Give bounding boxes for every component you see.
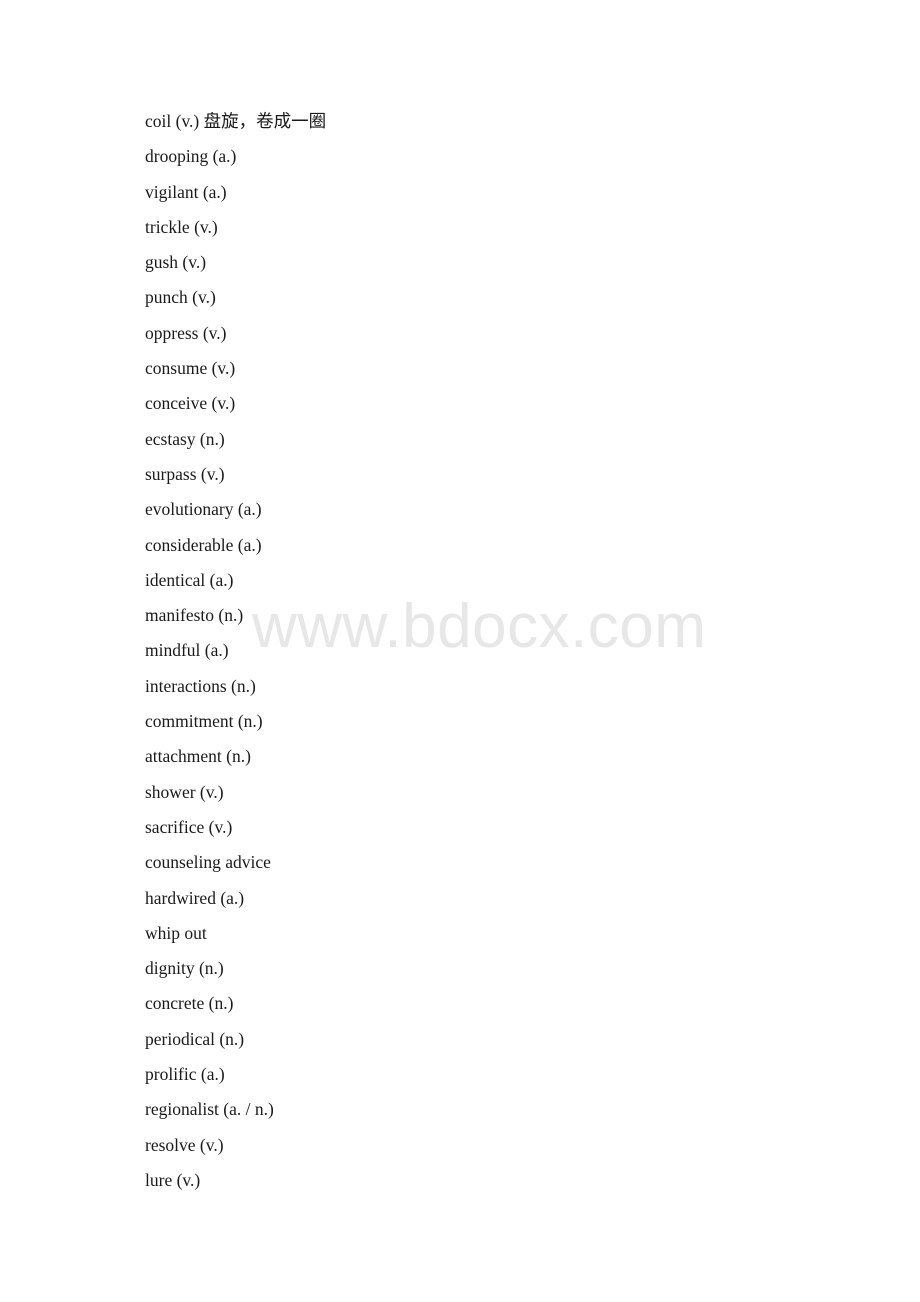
vocabulary-entry: prolific (a.) xyxy=(145,1064,225,1085)
vocabulary-entry: trickle (v.) xyxy=(145,216,218,237)
vocabulary-entry: oppress (v.) xyxy=(145,322,227,343)
vocabulary-entry: hardwired (a.) xyxy=(145,887,245,908)
vocabulary-entry: interactions (n.) xyxy=(145,675,256,696)
vocabulary-entry: identical (a.) xyxy=(145,569,234,590)
vocabulary-entry: sacrifice (v.) xyxy=(145,816,233,837)
vocabulary-entry: considerable (a.) xyxy=(145,534,262,555)
vocabulary-list: coil (v.) 盘旋，卷成一圈 drooping (a.) vigilant (… xyxy=(145,104,845,1198)
vocabulary-entry: ecstasy (n.) xyxy=(145,428,225,449)
vocabulary-entry: gush (v.) xyxy=(145,252,207,273)
vocabulary-entry: coil (v.) 盘旋，卷成一圈 xyxy=(145,111,327,131)
vocabulary-entry: conceive (v.) xyxy=(145,393,236,414)
vocabulary-entry: counseling advice xyxy=(145,852,271,873)
vocabulary-entry: regionalist (a. / n.) xyxy=(145,1099,274,1120)
vocabulary-entry: resolve (v.) xyxy=(145,1134,224,1155)
document-page: www.bdocx.com coil (v.) 盘旋，卷成一圈 drooping … xyxy=(0,0,920,1302)
vocabulary-entry: manifesto (n.) xyxy=(145,605,244,626)
vocabulary-entry: periodical (n.) xyxy=(145,1028,245,1049)
vocabulary-entry: drooping (a.) xyxy=(145,146,237,167)
vocabulary-entry: dignity (n.) xyxy=(145,958,224,979)
vocabulary-entry: attachment (n.) xyxy=(145,746,251,767)
vocabulary-entry: evolutionary (a.) xyxy=(145,499,262,520)
vocabulary-entry: shower (v.) xyxy=(145,781,224,802)
vocabulary-entry: vigilant (a.) xyxy=(145,181,227,202)
vocabulary-entry: lure (v.) xyxy=(145,1169,201,1190)
vocabulary-entry: surpass (v.) xyxy=(145,463,225,484)
vocabulary-entry: concrete (n.) xyxy=(145,993,234,1014)
vocabulary-entry: punch (v.) xyxy=(145,287,216,308)
vocabulary-entry: whip out xyxy=(145,922,207,943)
vocabulary-entry: consume (v.) xyxy=(145,358,236,379)
vocabulary-entry: commitment (n.) xyxy=(145,711,263,732)
vocabulary-entry: mindful (a.) xyxy=(145,640,229,661)
